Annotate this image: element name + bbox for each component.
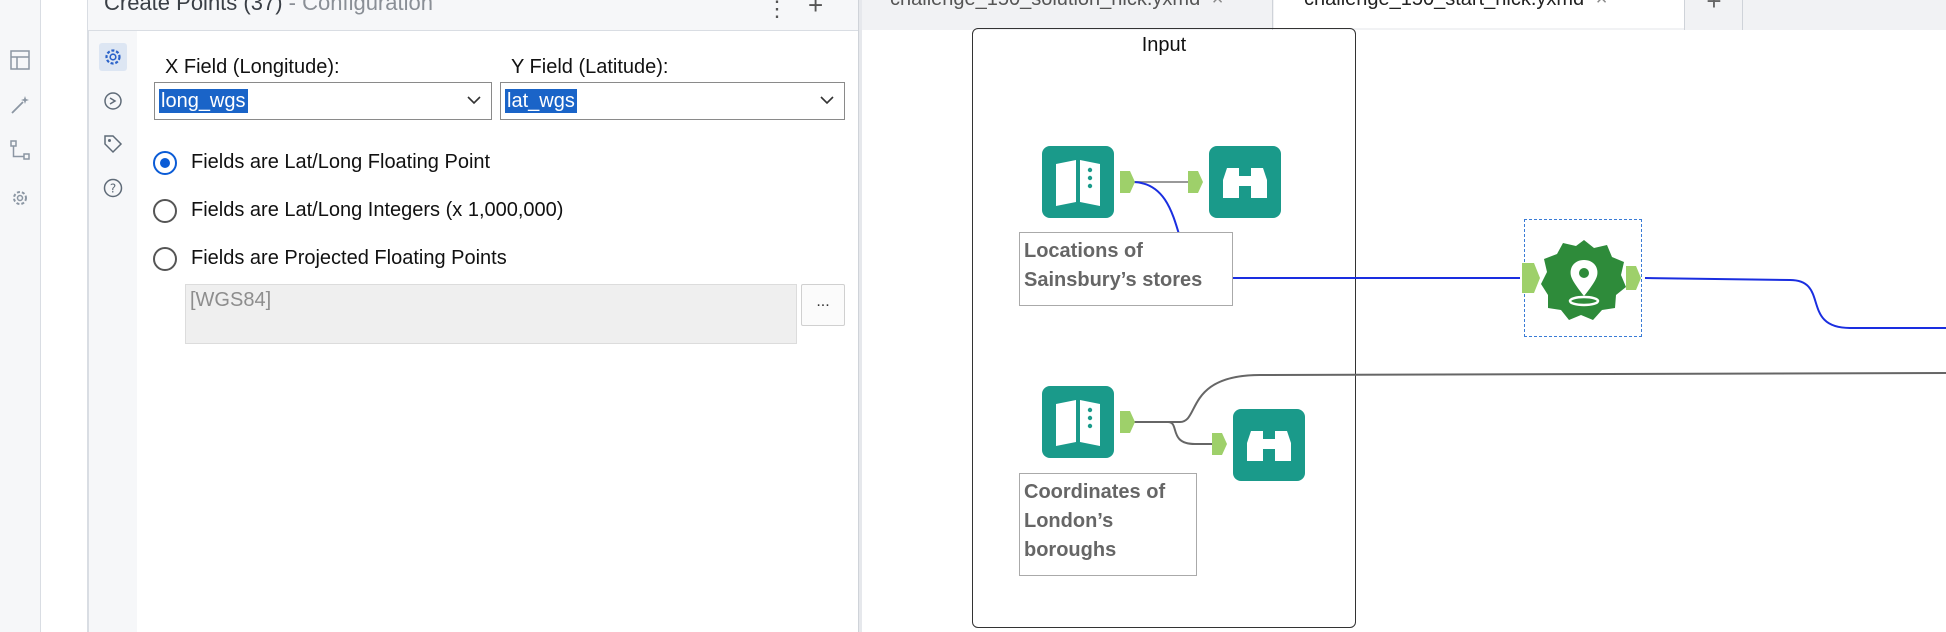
input-anchor-icon[interactable] — [1522, 263, 1542, 293]
input-anchor-icon[interactable] — [1188, 171, 1204, 193]
browse-tool-stores[interactable] — [1209, 146, 1281, 218]
binoculars-icon — [1247, 431, 1291, 461]
input-data-tool-boroughs[interactable] — [1042, 386, 1114, 458]
output-anchor-icon[interactable] — [1120, 411, 1136, 433]
input-data-tool-stores[interactable] — [1042, 146, 1114, 218]
book-icon — [1056, 160, 1100, 206]
create-points-tool[interactable] — [1541, 238, 1627, 324]
wire-createpoints-out — [1644, 277, 1946, 329]
input-anchor-icon[interactable] — [1212, 433, 1228, 455]
annotation-stores[interactable]: Locations of Sainsbury’s stores — [1019, 232, 1233, 306]
output-anchor-icon[interactable] — [1626, 266, 1642, 290]
browse-tool-boroughs[interactable] — [1233, 409, 1305, 481]
output-anchor-icon[interactable] — [1120, 171, 1136, 193]
annotation-boroughs[interactable]: Coordinates of London’s boroughs — [1019, 473, 1197, 576]
connection-wires — [1131, 181, 1946, 445]
wire-input2-browse2 — [1132, 421, 1215, 445]
binoculars-icon — [1223, 168, 1267, 198]
book-icon — [1056, 400, 1100, 446]
